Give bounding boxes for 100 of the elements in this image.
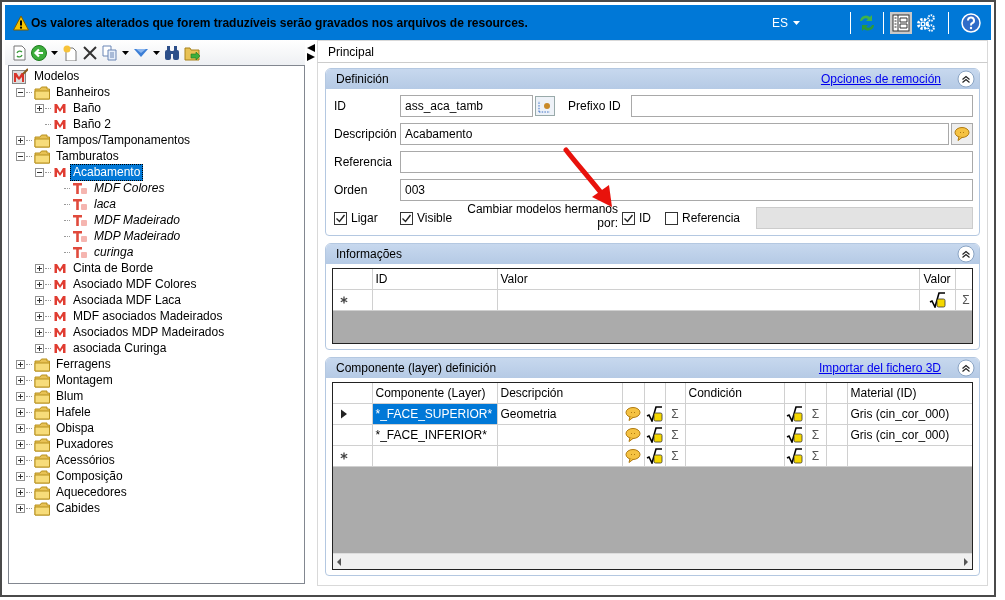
column-header: Componente (Layer) (375, 386, 486, 400)
tree-item[interactable]: laca (91, 195, 119, 213)
dropdown-caret-icon[interactable] (153, 50, 160, 55)
tree-item[interactable]: Composição (53, 467, 126, 485)
refresh-document-icon[interactable] (11, 44, 27, 61)
expand-node-icon[interactable] (16, 135, 25, 145)
formula-icon[interactable] (646, 427, 663, 443)
formula-icon[interactable] (646, 448, 663, 464)
expand-node-icon[interactable] (16, 391, 25, 401)
tree-item[interactable]: Tampos/Tamponamentos (53, 131, 194, 149)
expand-node-icon[interactable] (16, 439, 25, 449)
scroll-right-icon[interactable] (963, 557, 969, 566)
expand-node-icon[interactable] (35, 103, 44, 113)
table-cell[interactable]: *_FACE_INFERIOR* (372, 424, 497, 446)
tree-item[interactable]: Montagem (53, 371, 116, 389)
tree-item[interactable]: MDF asociados Madeirados (70, 307, 226, 325)
expand-node-icon[interactable] (16, 407, 25, 417)
tree-item[interactable]: MDP Madeirado (91, 227, 184, 245)
tree-item[interactable]: Acessórios (53, 451, 118, 469)
splitter-left-icon[interactable] (307, 44, 315, 52)
tree-item[interactable]: MDF Colores (91, 179, 168, 197)
tree-item[interactable]: Banheiros (53, 83, 114, 101)
tree-item[interactable]: Asociados MDP Madeirados (70, 323, 228, 341)
layout-toggle-button[interactable] (890, 11, 912, 34)
formula-icon[interactable] (646, 406, 663, 422)
delete-icon[interactable] (82, 44, 98, 61)
collapse-node-icon[interactable] (16, 87, 25, 97)
tree-item[interactable]: Blum (53, 387, 87, 405)
tree-item[interactable]: Acabamento (70, 163, 144, 181)
tree-item[interactable]: Hafele (53, 403, 94, 421)
splitter-right-icon[interactable] (307, 53, 315, 61)
tree-item[interactable]: Modelos (31, 67, 83, 85)
help-icon[interactable] (961, 12, 981, 33)
link[interactable]: Importar del fichero 3D (818, 361, 941, 375)
formula-icon[interactable] (928, 292, 946, 308)
collapse-node-icon[interactable] (16, 151, 25, 161)
tree-item[interactable]: asociada Curinga (70, 339, 170, 357)
formula-icon[interactable] (786, 406, 803, 422)
tree-item[interactable]: Tamburatos (53, 147, 122, 165)
expand-node-icon[interactable] (35, 263, 44, 273)
tree-item[interactable]: Asociada MDF Laca (70, 291, 185, 309)
expand-node-icon[interactable] (16, 375, 25, 385)
tree-item[interactable]: Puxadores (53, 435, 117, 453)
expand-node-icon[interactable] (35, 279, 44, 289)
expand-node-icon[interactable] (16, 359, 25, 369)
input-field[interactable]: ass_aca_tamb (400, 94, 533, 117)
checkbox[interactable]: Ligar (334, 211, 400, 225)
formula-icon[interactable] (786, 448, 803, 464)
tree-item[interactable]: Obispa (53, 419, 98, 437)
table-cell[interactable]: Geometria (497, 403, 622, 425)
tree-item[interactable]: Asociado MDF Colores (70, 275, 200, 293)
comment-icon[interactable] (625, 406, 641, 422)
formula-icon[interactable] (786, 427, 803, 443)
tree-item[interactable]: MDF Madeirado (91, 211, 183, 229)
comment-icon[interactable] (625, 448, 641, 464)
checkbox[interactable]: Referencia (665, 211, 741, 225)
collapse-icon[interactable] (957, 245, 975, 263)
expand-node-icon[interactable] (16, 455, 25, 465)
comment-icon[interactable] (625, 427, 641, 443)
collapse-icon[interactable] (957, 70, 975, 88)
expand-node-icon[interactable] (16, 471, 25, 481)
expand-node-icon[interactable] (16, 503, 25, 513)
back-arrow-icon[interactable] (31, 44, 47, 61)
expand-node-icon[interactable] (16, 423, 25, 433)
collapse-icon[interactable] (957, 359, 975, 377)
input-field[interactable]: 003 (400, 178, 973, 201)
checkbox[interactable]: Visible (400, 211, 460, 225)
scroll-left-icon[interactable] (336, 557, 342, 566)
language-dropdown[interactable]: ES (772, 15, 800, 30)
table-cell[interactable] (372, 445, 497, 467)
link[interactable]: Opciones de remoción (820, 72, 941, 86)
settings-icon[interactable] (916, 12, 936, 33)
input-field[interactable]: Acabamento (400, 122, 949, 145)
expand-node-icon[interactable] (35, 343, 44, 353)
tree-item[interactable]: curinga (91, 243, 137, 261)
collapse-node-icon[interactable] (35, 167, 44, 177)
tree-item[interactable]: Ferragens (53, 355, 114, 373)
id-picker-button[interactable] (534, 94, 556, 117)
model-icon (53, 326, 67, 338)
expand-node-icon[interactable] (35, 311, 44, 321)
scrollbar[interactable] (333, 553, 972, 569)
tree-item[interactable]: Cinta de Borde (70, 259, 157, 277)
input-field[interactable] (630, 94, 973, 117)
dropdown-caret-icon[interactable] (51, 50, 58, 55)
tab[interactable]: Principal (317, 40, 988, 63)
expand-node-icon[interactable] (35, 327, 44, 337)
checkbox[interactable]: ID (622, 211, 651, 225)
section-title: Componente (layer) definición (336, 361, 498, 375)
tree-item[interactable]: Aquecedores (53, 483, 130, 501)
search-icon[interactable] (164, 44, 180, 61)
folder-export-icon[interactable] (184, 44, 200, 61)
input-field[interactable] (400, 150, 973, 173)
translate-button[interactable] (951, 122, 973, 145)
tree-item[interactable]: Baño (70, 99, 105, 117)
table-cell[interactable] (372, 289, 497, 311)
expand-node-icon[interactable] (35, 295, 44, 305)
dropdown-caret-icon[interactable] (122, 50, 129, 55)
tree-item[interactable]: Cabides (53, 499, 104, 517)
expand-node-icon[interactable] (16, 487, 25, 497)
tree-item[interactable]: Baño 2 (70, 115, 115, 133)
